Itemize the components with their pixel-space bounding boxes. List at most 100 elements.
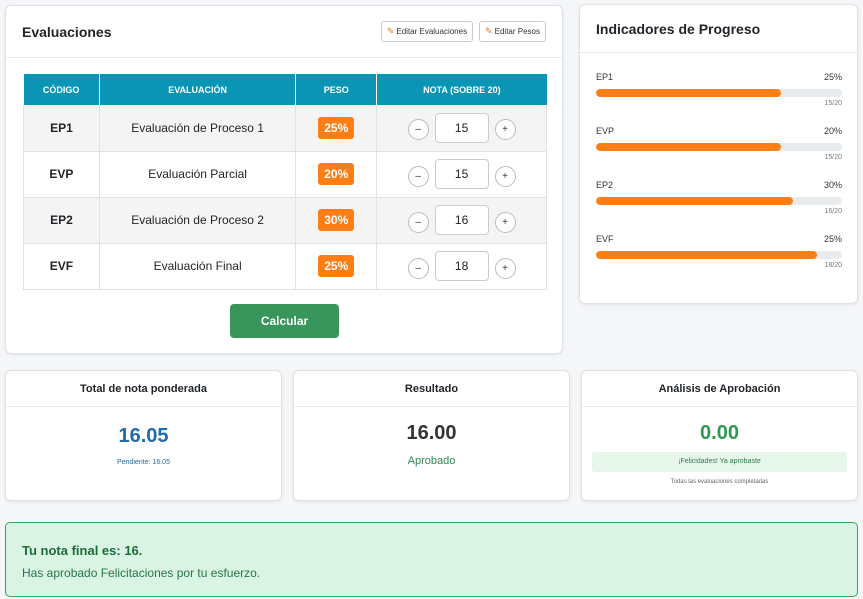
grade-input[interactable] (434, 251, 489, 281)
progress-weight: 25% (823, 72, 842, 82)
progress-fraction: 16/20 (824, 208, 842, 215)
edit-evaluations-label: Editar Evaluaciones (396, 27, 468, 36)
row-weight-cell: 30% (295, 197, 378, 244)
column-header-grade: NOTA (SOBRE 20) (376, 74, 547, 105)
pencil-icon: ✎ (485, 26, 493, 36)
progress-item: EP2 30% 16/20 (596, 180, 842, 215)
approval-analysis-title: Análisis de Aprobación (582, 371, 857, 407)
evaluations-table: CÓDIGO EVALUACIÓN PESO NOTA (SOBRE 20) E… (23, 74, 547, 290)
progress-bar (596, 251, 842, 259)
progress-weight: 20% (823, 126, 842, 136)
column-header-code: CÓDIGO (23, 74, 100, 105)
result-title: Resultado (294, 371, 569, 407)
decrement-button[interactable]: – (407, 211, 429, 233)
progress-title: Indicadores de Progreso (596, 20, 761, 37)
progress-item: EVF 25% 18/20 (596, 234, 842, 269)
progress-bar-fill (596, 197, 793, 205)
progress-code: EP1 (596, 72, 614, 82)
decrement-button[interactable]: – (407, 119, 429, 141)
row-grade-cell: – + (376, 243, 547, 290)
weight-badge: 25% (318, 116, 355, 139)
grade-input[interactable] (434, 205, 489, 235)
progress-weight: 25% (823, 234, 842, 244)
progress-code: EP2 (596, 180, 614, 190)
row-evaluation-name: Evaluación Parcial (99, 151, 297, 198)
evaluations-header: Evaluaciones ✎ Editar Evaluaciones ✎ Edi… (6, 6, 562, 58)
progress-code: EVF (596, 234, 614, 244)
row-grade-cell: – + (376, 105, 547, 152)
increment-button[interactable]: + (494, 257, 516, 279)
table-header-row: CÓDIGO EVALUACIÓN PESO NOTA (SOBRE 20) (23, 74, 547, 105)
progress-bar-fill (596, 251, 818, 259)
row-grade-cell: – + (376, 197, 547, 244)
weighted-total-title: Total de nota ponderada (6, 371, 281, 407)
pencil-icon: ✎ (386, 26, 395, 36)
row-weight-cell: 25% (295, 243, 378, 290)
congrats-message: ¡Felicidades! Ya aprobaste (592, 452, 847, 472)
calculate-button[interactable]: Calcular (230, 304, 339, 338)
progress-bar-fill (596, 143, 781, 151)
progress-bar (596, 197, 842, 205)
weight-badge: 30% (318, 209, 355, 231)
evaluations-card: Evaluaciones ✎ Editar Evaluaciones ✎ Edi… (5, 5, 563, 354)
progress-weight: 30% (823, 180, 842, 190)
edit-weights-button[interactable]: ✎ Editar Pesos (479, 21, 546, 42)
header-actions: ✎ Editar Evaluaciones ✎ Editar Pesos (380, 21, 546, 42)
increment-button[interactable]: + (494, 165, 516, 187)
row-grade-cell: – + (376, 151, 547, 198)
progress-item: EVP 20% 15/20 (596, 126, 842, 161)
result-card: Resultado 16.00 Aprobado (293, 370, 570, 501)
grade-input[interactable] (434, 159, 489, 189)
final-grade-message: Has aprobado Felicitaciones por tu esfue… (22, 566, 261, 580)
edit-evaluations-button[interactable]: ✎ Editar Evaluaciones (380, 21, 474, 42)
grade-stepper: – + (377, 159, 546, 189)
progress-fraction: 15/20 (824, 100, 842, 107)
column-header-weight: PESO (295, 74, 378, 105)
table-row: EVF Evaluación Final 25% – + (23, 243, 547, 290)
table-row: EP2 Evaluación de Proceso 2 30% – + (23, 197, 547, 244)
approval-analysis-card: Análisis de Aprobación 0.00 ¡Felicidades… (581, 370, 858, 501)
weighted-total-value: 16.05 (118, 425, 169, 447)
decrement-button[interactable]: – (407, 257, 429, 279)
progress-fraction: 18/20 (824, 262, 842, 269)
row-evaluation-name: Evaluación Final (99, 243, 297, 290)
result-value: 16.00 (406, 422, 457, 444)
evaluations-title: Evaluaciones (22, 23, 112, 40)
table-row: EP1 Evaluación de Proceso 1 25% – + (23, 105, 547, 152)
progress-header: Indicadores de Progreso (580, 5, 857, 53)
grade-stepper: – + (377, 112, 546, 143)
row-weight-cell: 25% (295, 105, 378, 152)
weighted-total-card: Total de nota ponderada 16.05 Pendiente:… (5, 370, 282, 501)
grade-stepper: – + (377, 251, 546, 281)
column-header-evaluation: EVALUACIÓN (99, 74, 297, 105)
completion-note: Todas las evaluaciones completadas (670, 479, 769, 485)
grade-stepper: – + (377, 205, 546, 235)
increment-button[interactable]: + (494, 119, 516, 141)
result-status: Aprobado (407, 455, 456, 467)
progress-bar-fill (596, 89, 781, 97)
final-grade-alert: Tu nota final es: 16. Has aprobado Felic… (5, 522, 858, 597)
weight-badge: 20% (318, 163, 355, 185)
row-code: EVF (23, 243, 100, 290)
decrement-button[interactable]: – (407, 165, 429, 187)
progress-bar (596, 143, 842, 151)
row-evaluation-name: Evaluación de Proceso 1 (99, 105, 297, 152)
edit-weights-label: Editar Pesos (494, 27, 540, 36)
final-grade-title: Tu nota final es: 16. (22, 543, 143, 558)
progress-indicators-card: Indicadores de Progreso EP1 25% 15/20 EVP… (579, 4, 858, 304)
pending-text: Pendiente: 16.05 (117, 459, 170, 466)
progress-bar (596, 89, 842, 97)
row-weight-cell: 20% (295, 151, 378, 198)
table-row: EVP Evaluación Parcial 20% – + (23, 151, 547, 198)
progress-code: EVP (596, 126, 615, 136)
weight-badge: 25% (318, 255, 355, 277)
row-code: EP2 (23, 197, 100, 244)
grade-input[interactable] (434, 112, 489, 143)
row-code: EVP (23, 151, 100, 198)
progress-item: EP1 25% 15/20 (596, 72, 842, 107)
increment-button[interactable]: + (494, 211, 516, 233)
row-evaluation-name: Evaluación de Proceso 2 (99, 197, 297, 244)
progress-fraction: 15/20 (824, 154, 842, 161)
row-code: EP1 (23, 105, 100, 152)
approval-analysis-value: 0.00 (700, 422, 739, 444)
